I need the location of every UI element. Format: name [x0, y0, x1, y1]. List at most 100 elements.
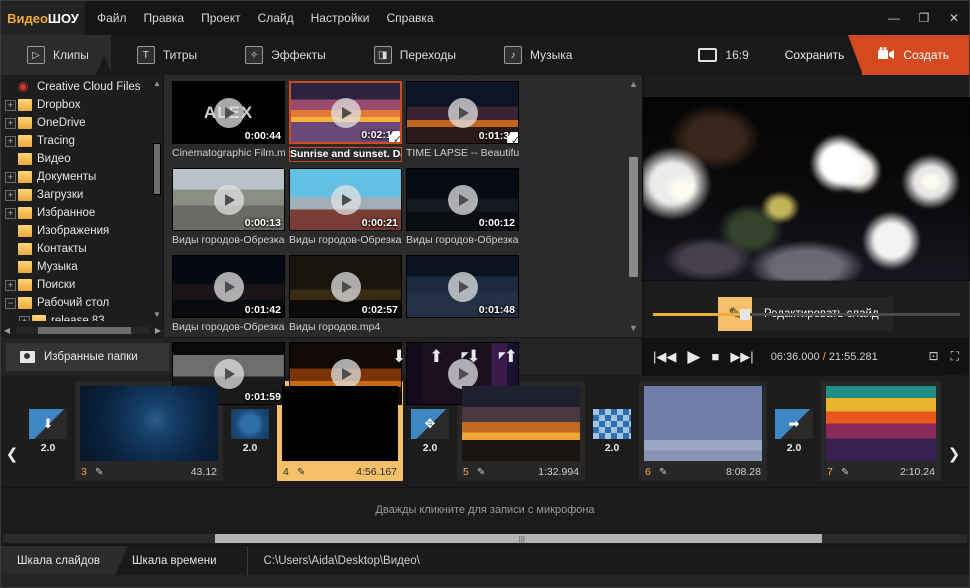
clip-thumbnail[interactable]: 0:02:11 ✓	[289, 81, 402, 144]
slide-thumbnail[interactable]	[80, 386, 218, 461]
slide-thumbnail[interactable]	[644, 386, 762, 461]
clip-thumbnail[interactable]: 0:00:21	[289, 168, 402, 231]
transition-item[interactable]: ⬇ 2.0	[23, 381, 73, 481]
tree-item[interactable]: + Tracing	[1, 132, 163, 150]
clip-item[interactable]: 0:00:12 Виды городов-Обрезка 0...	[406, 168, 519, 249]
pencil-icon[interactable]: ✎	[659, 467, 667, 478]
tree-vertical-scrollbar[interactable]: ▲ ▼	[153, 79, 161, 319]
tab-music[interactable]: ♪ Музыка	[478, 35, 594, 75]
clip-item[interactable]: 0:00:21 Виды городов-Обрезка 0...	[289, 168, 402, 249]
slide-thumbnail[interactable]	[826, 386, 936, 461]
h-scroll-track[interactable]	[16, 327, 149, 334]
clip-item[interactable]: 0:01:33✓ TIME LAPSE -- Beautiful...	[406, 81, 519, 162]
clip-item[interactable]: 0:01:42 Виды городов-Обрезка 0...	[172, 255, 285, 336]
expand-icon[interactable]: +	[5, 99, 16, 111]
clip-thumbnail[interactable]: 0:00:13	[172, 168, 285, 231]
arrow-down-double-icon[interactable]: ⬇	[461, 347, 480, 367]
play-overlay-icon[interactable]	[330, 97, 361, 128]
clip-thumbnail[interactable]: 0:01:33✓	[406, 81, 519, 144]
tab-effects[interactable]: ✧ Эффекты	[219, 35, 348, 75]
timeline-slide[interactable]: 4 ✎ 4:56.167	[277, 381, 403, 481]
tree-item[interactable]: + Поиски	[1, 276, 163, 294]
expand-icon[interactable]: +	[5, 135, 16, 147]
play-overlay-icon[interactable]	[213, 184, 244, 215]
tree-item[interactable]: + release 83	[1, 312, 163, 321]
slide-thumbnail[interactable]	[462, 386, 580, 461]
tree-item[interactable]: + OneDrive	[1, 114, 163, 132]
arrow-up-double-icon[interactable]: ⬆	[499, 347, 518, 367]
play-overlay-icon[interactable]	[330, 184, 361, 215]
play-overlay-icon[interactable]	[447, 184, 478, 215]
tree-item[interactable]: Музыка	[1, 258, 163, 276]
menu-item-help[interactable]: Справка	[386, 11, 433, 25]
status-tab-timeline[interactable]: Шкала времени	[116, 546, 233, 575]
clip-item[interactable]: 0:02:57 Виды городов.mp4	[289, 255, 402, 336]
scroll-left-icon[interactable]: ◀	[1, 326, 13, 335]
clips-scroll-thumb[interactable]	[629, 157, 638, 277]
tree-item[interactable]: − Рабочий стол	[1, 294, 163, 312]
tab-titles[interactable]: T Титры	[111, 35, 219, 75]
tree-item[interactable]: + Загрузки	[1, 186, 163, 204]
audio-track[interactable]: Дважды кликните для записи с микрофона	[1, 487, 969, 531]
clip-item[interactable]: 0:02:11✓ Sunrise and sunset. Da...	[289, 81, 402, 162]
menu-item-slide[interactable]: Слайд	[258, 11, 294, 25]
play-overlay-icon[interactable]	[447, 97, 478, 128]
pencil-icon[interactable]: ✎	[841, 467, 849, 478]
aspect-ratio-control[interactable]: 16:9	[680, 48, 766, 62]
timeline-scroll-thumb[interactable]: |||	[215, 533, 823, 544]
timeline-slide[interactable]: 3 ✎ 43.12	[75, 381, 223, 481]
collapse-icon[interactable]: −	[5, 297, 16, 309]
play-overlay-icon[interactable]	[447, 271, 478, 302]
play-icon[interactable]: ▶	[687, 347, 700, 367]
menu-item-file[interactable]: Файл	[97, 11, 127, 25]
tree-item[interactable]: + Документы	[1, 168, 163, 186]
tree-item[interactable]: Creative Cloud Files	[1, 78, 163, 96]
seek-slider[interactable]	[653, 308, 960, 320]
expand-icon[interactable]: +	[5, 189, 16, 201]
play-overlay-icon[interactable]	[330, 358, 361, 389]
scroll-down-icon[interactable]: ▼	[153, 310, 161, 319]
expand-icon[interactable]: +	[19, 315, 30, 321]
tree-horizontal-scrollbar[interactable]: ◀ ▶	[1, 324, 164, 337]
play-overlay-icon[interactable]	[213, 271, 244, 302]
favorites-folders-button[interactable]: Избранные папки	[6, 342, 169, 371]
clip-item[interactable]: ALEX0:00:44 Cinematographic Film.mp4	[172, 81, 285, 162]
timeline-horizontal-scrollbar[interactable]: |||	[1, 531, 969, 545]
tree-item[interactable]: + Dropbox	[1, 96, 163, 114]
minimize-icon[interactable]: —	[879, 1, 909, 35]
expand-icon[interactable]: +	[5, 207, 16, 219]
expand-icon[interactable]: +	[5, 279, 16, 291]
scroll-thumb[interactable]	[153, 143, 161, 195]
tree-item[interactable]: Изображения	[1, 222, 163, 240]
pencil-icon[interactable]: ✎	[477, 467, 485, 478]
create-button[interactable]: Создать	[848, 35, 969, 75]
seek-handle[interactable]	[740, 308, 751, 320]
timeline-slide[interactable]: 7 ✎ 2:10.24	[821, 381, 941, 481]
clip-thumbnail[interactable]: 0:01:48	[406, 255, 519, 318]
chevron-right-icon[interactable]: ❯	[943, 375, 965, 487]
pencil-icon[interactable]: ✎	[95, 467, 103, 478]
stop-icon[interactable]: ■	[711, 349, 719, 364]
pencil-icon[interactable]: ✎	[297, 467, 305, 478]
slide-thumbnail[interactable]	[282, 386, 398, 461]
arrow-down-icon[interactable]: ⬇	[392, 347, 406, 367]
clips-scroll-up-icon[interactable]: ▲	[629, 79, 638, 89]
tree-item[interactable]: + Избранное	[1, 204, 163, 222]
h-scroll-thumb[interactable]	[38, 327, 132, 334]
clip-thumbnail[interactable]: 0:02:57	[289, 255, 402, 318]
expand-icon[interactable]: +	[5, 117, 16, 129]
clips-scroll-down-icon[interactable]: ▼	[629, 323, 638, 333]
clips-vertical-scrollbar[interactable]: ▲ ▼	[629, 79, 638, 333]
menu-item-settings[interactable]: Настройки	[311, 11, 370, 25]
status-tab-slides[interactable]: Шкала слайдов	[1, 546, 129, 575]
expand-icon[interactable]: +	[5, 171, 16, 183]
play-overlay-icon[interactable]	[330, 271, 361, 302]
maximize-icon[interactable]: ❐	[909, 1, 939, 35]
tree-item[interactable]: Контакты	[1, 240, 163, 258]
clip-item[interactable]: 0:00:13 Виды городов-Обрезка 0...	[172, 168, 285, 249]
snapshot-icon[interactable]: ⊡	[929, 349, 939, 364]
clip-thumbnail[interactable]: 0:00:12	[406, 168, 519, 231]
preview-video[interactable]	[643, 97, 970, 281]
tab-transitions[interactable]: ◨ Переходы	[348, 35, 478, 75]
scroll-up-icon[interactable]: ▲	[153, 79, 161, 88]
